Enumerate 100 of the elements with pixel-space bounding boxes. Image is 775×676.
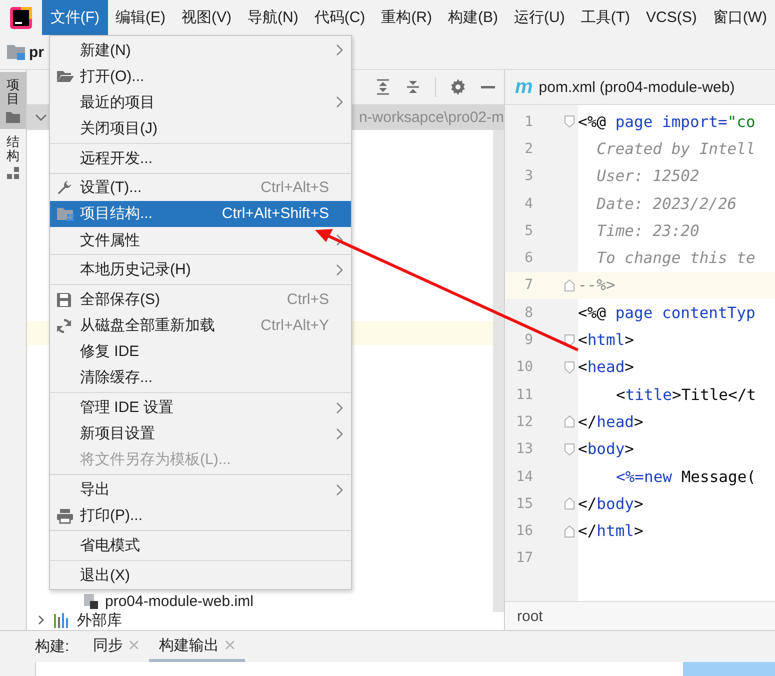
shortcut-text: Ctrl+S [286, 291, 329, 308]
menu-item[interactable]: 远程开发... [50, 145, 351, 172]
fold-marker-icon[interactable] [564, 278, 574, 292]
menu-bar-item[interactable]: 视图(V) [174, 0, 240, 35]
structure-icon [6, 167, 20, 180]
menu-item[interactable]: 文件属性 [50, 227, 351, 254]
module-file-icon [83, 593, 99, 609]
maven-file-icon: m [515, 76, 533, 98]
collapse-all-icon [405, 79, 421, 95]
menu-bar-item[interactable]: VCS(S) [638, 0, 705, 35]
menu-item[interactable]: 设置(T)... Ctrl+Alt+S [50, 174, 351, 201]
tool-window-tab[interactable]: 结构 [0, 128, 26, 186]
path-text: n-worksapce\pro02-m [358, 109, 504, 126]
code-line: Created by Intell [596, 140, 756, 158]
menu-item[interactable]: 本地历史记录(H) [50, 256, 351, 283]
menu-item[interactable]: 项目结构... Ctrl+Alt+Shift+S [50, 200, 351, 228]
menu-item[interactable]: 打印(P)... [50, 502, 351, 529]
code-line: Time: 23:20 [596, 222, 700, 240]
editor-tab[interactable]: m pom.xml (pro04-module-web) [505, 70, 775, 105]
fold-marker-icon[interactable] [564, 524, 574, 538]
code-line: <html> [578, 331, 634, 350]
menu-bar-item[interactable]: 文件(F) [42, 0, 108, 35]
line-number: 8 [524, 304, 533, 321]
menu-item[interactable]: 从磁盘全部重新加载 Ctrl+Alt+Y [50, 312, 351, 339]
menu-item[interactable]: 打开(O)... [50, 63, 351, 90]
code-line: <body> [578, 440, 634, 458]
line-number: 11 [515, 386, 533, 403]
code-line: User: 12502 [596, 167, 700, 186]
line-number: 9 [524, 332, 533, 348]
menu-item[interactable]: 修复 IDE [50, 338, 351, 365]
code-line: <%@ page import="co [578, 112, 756, 131]
fold-marker-icon[interactable] [564, 442, 574, 456]
close-icon[interactable] [225, 640, 236, 650]
line-number: 1 [524, 114, 533, 130]
code-line: <%@ page contentTyp [578, 304, 756, 322]
menu-item[interactable]: 最近的项目 [50, 89, 351, 116]
code-line: </body> [578, 494, 644, 513]
breadcrumb-text[interactable]: pr [29, 44, 44, 60]
line-number: 10 [515, 359, 533, 376]
menu-bar-item[interactable]: 代码(C) [306, 0, 374, 35]
menu-item[interactable]: 全部保存(S) Ctrl+S [50, 286, 351, 313]
menu-item[interactable]: 清除缓存... [50, 364, 351, 391]
line-number: 7 [524, 277, 533, 294]
menu-item[interactable]: 导出 [50, 476, 351, 503]
code-line: Date: 2023/2/26 [596, 194, 737, 213]
chevron-right-icon [336, 402, 343, 414]
line-number: 14 [515, 468, 533, 484]
code-line: <%=new Message( [616, 468, 756, 486]
scrollbar[interactable] [493, 130, 504, 612]
folder-open-icon [56, 69, 74, 84]
chevron-right-icon [336, 96, 343, 108]
menu-item[interactable]: 退出(X) [50, 562, 351, 588]
chevron-down-icon[interactable] [35, 114, 47, 122]
menu-item[interactable]: 新建(N) [50, 37, 351, 64]
app-logo-icon [10, 6, 32, 28]
code-line: </head> [578, 412, 644, 431]
chevron-right-icon [336, 428, 343, 440]
save-icon [56, 292, 72, 308]
panel-tab[interactable]: 同步 [83, 631, 150, 662]
code-line: </html> [578, 522, 644, 540]
line-number: 6 [524, 250, 533, 266]
menu-bar-item[interactable]: 运行(U) [506, 0, 573, 35]
menu-bar-item[interactable]: 重构(R) [373, 0, 440, 35]
shortcut-text: Ctrl+Alt+Y [260, 317, 329, 334]
line-number: 13 [515, 441, 533, 458]
shortcut-text: Ctrl+Alt+S [260, 179, 329, 196]
menu-item[interactable]: 管理 IDE 设置 [50, 394, 351, 421]
chevron-right-icon [336, 264, 343, 276]
chevron-right-icon [336, 44, 343, 56]
tree-item[interactable]: pro04-module-web.iml [105, 592, 254, 610]
menu-bar-item[interactable]: 导航(N) [240, 0, 306, 35]
fold-marker-icon[interactable] [564, 497, 574, 510]
menu-item[interactable]: 新项目设置 [50, 420, 351, 447]
menu-bar-item[interactable]: 编辑(E) [108, 0, 174, 35]
code-line: <title>Title</t [616, 386, 756, 404]
menu-bar-item[interactable]: 工具(T) [572, 0, 638, 35]
chevron-right-icon [336, 484, 343, 496]
library-icon [53, 612, 71, 628]
line-number: 15 [515, 496, 533, 512]
printer-icon [56, 508, 74, 524]
line-number: 3 [524, 168, 533, 184]
menu-bar-item[interactable]: 构建(B) [440, 0, 506, 35]
fold-marker-icon[interactable] [564, 115, 574, 128]
panel-title: 构建: [35, 637, 70, 657]
menu-bar-item[interactable]: 窗口(W) [704, 0, 775, 35]
settings-icon[interactable] [450, 79, 466, 95]
fold-marker-icon[interactable] [564, 360, 574, 374]
menu-item[interactable]: 省电模式 [50, 532, 351, 559]
fold-marker-icon[interactable] [564, 415, 574, 428]
close-icon[interactable] [129, 640, 140, 650]
tree-item[interactable]: 外部库 [77, 610, 122, 630]
project-structure-icon [56, 206, 74, 222]
breadcrumb-text[interactable]: root [505, 601, 775, 630]
line-number: 12 [515, 414, 533, 430]
menu-item[interactable]: 关闭项目(J) [50, 115, 351, 142]
line-number: 4 [524, 196, 533, 212]
code-line: <head> [578, 358, 634, 376]
tool-window-tab[interactable]: 项目 [0, 72, 26, 129]
reload-icon [56, 318, 72, 334]
line-number: 16 [515, 523, 533, 540]
